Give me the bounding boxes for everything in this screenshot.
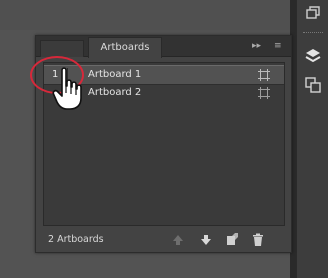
artboard-name[interactable]: Artboard 1 [88, 66, 141, 84]
panel-footer: 2 Artboards [36, 229, 291, 252]
panel-tab-bar: Artboards ▸▸ ≡ [36, 36, 291, 58]
dock-grip[interactable] [303, 32, 323, 36]
panel-dock [296, 0, 328, 278]
artboards-panel-icon[interactable] [304, 76, 322, 94]
layers-icon[interactable] [304, 47, 322, 65]
artboard-name[interactable]: Artboard 2 [88, 84, 141, 102]
new-artboard-icon[interactable] [225, 233, 239, 247]
artboard-tool-icon[interactable] [304, 4, 322, 22]
tab-artboards[interactable]: Artboards [88, 37, 162, 58]
collapse-panel-icon[interactable]: ▸▸ [252, 40, 261, 52]
tab-inactive[interactable] [40, 40, 84, 57]
hand-pointer-icon [52, 67, 82, 110]
move-down-icon[interactable] [199, 233, 213, 247]
delete-icon[interactable] [251, 233, 265, 247]
artboard-count: 2 Artboards [48, 234, 104, 245]
panel-menu-icon[interactable]: ≡ [274, 40, 282, 52]
move-up-icon[interactable] [171, 233, 185, 247]
workspace-background [0, 0, 290, 30]
artboard-options-icon[interactable] [258, 87, 270, 99]
artboard-options-icon[interactable] [258, 69, 270, 81]
